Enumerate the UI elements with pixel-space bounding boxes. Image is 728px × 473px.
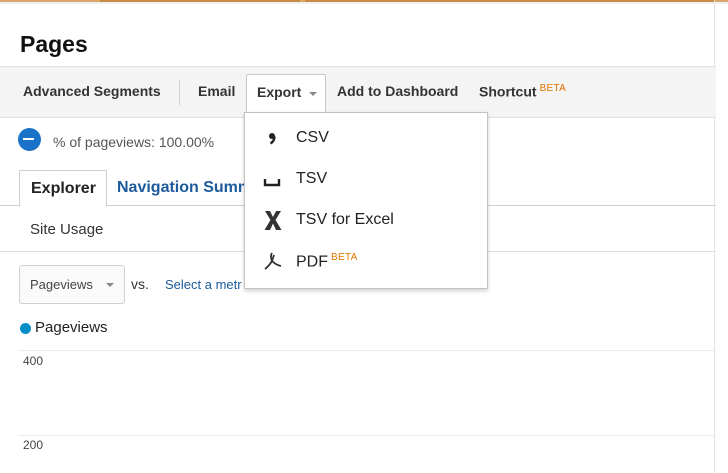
y-tick-label: 200: [23, 438, 44, 452]
beta-badge: BETA: [539, 83, 567, 94]
select-metric-link[interactable]: Select a metr: [165, 277, 242, 292]
top-accent-bar: [0, 0, 728, 4]
export-pdf-text: PDF: [296, 253, 328, 271]
metric-select[interactable]: Pageviews: [19, 265, 125, 304]
chevron-down-icon: [106, 283, 114, 287]
export-pdf-item[interactable]: PDF BETA: [245, 244, 487, 278]
shortcut-label: Shortcut: [479, 83, 537, 100]
comma-icon: [269, 133, 276, 145]
legend-dot-icon: [20, 323, 31, 334]
export-csv-item[interactable]: CSV: [245, 121, 487, 155]
tab-bracket-icon: [263, 179, 281, 187]
excel-x-icon: [264, 211, 282, 230]
segment-percentage: % of pageviews: 100.00%: [53, 134, 215, 150]
page-title: Pages: [20, 31, 88, 57]
vs-label: vs.: [131, 276, 149, 292]
y-tick-label: 400: [23, 354, 44, 368]
metric-select-value: Pageviews: [30, 277, 93, 292]
add-to-dashboard-button[interactable]: Add to Dashboard: [337, 83, 458, 99]
export-tsv-item[interactable]: TSV: [245, 162, 487, 196]
tab-navigation-summary[interactable]: Navigation Summ: [117, 179, 252, 197]
chevron-down-icon: [309, 92, 317, 96]
export-menu: CSV TSV TSV for Excel PDF BETA: [244, 112, 488, 289]
top-accent-segment: [305, 0, 715, 2]
chart-gridline: [18, 435, 716, 436]
export-pdf-label: PDF BETA: [296, 252, 358, 271]
export-tsv-label: TSV: [296, 170, 328, 187]
advanced-segments-button[interactable]: Advanced Segments: [23, 83, 161, 99]
tab-explorer[interactable]: Explorer: [19, 170, 107, 207]
export-button[interactable]: Export: [246, 74, 326, 112]
acrobat-icon: [264, 252, 282, 270]
export-button-label: Export: [257, 84, 302, 100]
segment-pie-icon[interactable]: [18, 128, 41, 151]
subtab-site-usage[interactable]: Site Usage: [30, 221, 103, 238]
top-accent-segment: [100, 0, 300, 2]
export-csv-label: CSV: [296, 129, 329, 146]
tab-explorer-label: Explorer: [31, 180, 96, 197]
export-tsv-excel-label: TSV for Excel: [296, 211, 394, 228]
report-toolbar: Advanced Segments Email Export Add to Da…: [0, 66, 716, 118]
toolbar-divider: [179, 80, 180, 105]
beta-badge: BETA: [331, 252, 358, 263]
email-button[interactable]: Email: [198, 83, 235, 99]
export-tsv-excel-item[interactable]: TSV for Excel: [245, 203, 487, 237]
chart-gridline: [18, 350, 716, 351]
legend-label: Pageviews: [35, 319, 108, 336]
shortcut-button[interactable]: Shortcut BETA: [479, 83, 566, 100]
